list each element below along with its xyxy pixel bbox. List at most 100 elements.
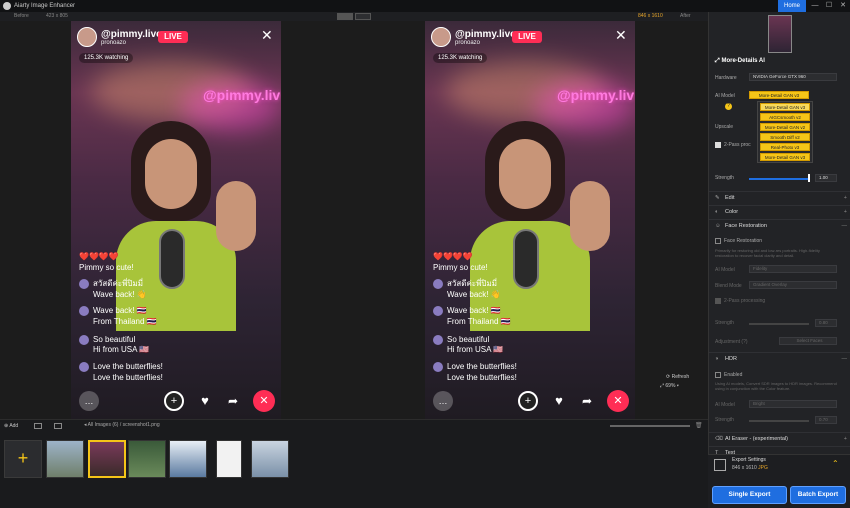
blend-label: Blend Mode — [715, 283, 742, 289]
ai-model-select[interactable]: More-Detail GAN v3 — [749, 91, 809, 99]
face-icon: ☺ — [715, 223, 721, 229]
zoom-controls: ⟳ Refresh ⤢ 69% ▾ — [660, 374, 689, 389]
thumbnail[interactable] — [46, 440, 84, 478]
after-image[interactable]: @pimmy.liv @pimmy.live pronoazo LIVE ✕ 1… — [425, 21, 635, 419]
dropdown-option[interactable]: More-Detail GAN v2 — [760, 123, 810, 131]
before-size: 423 x 805 — [46, 13, 68, 19]
hardware-select[interactable]: NVIDIA GeForce GTX 960 — [749, 73, 837, 81]
avatar — [77, 27, 97, 47]
export-settings-icon[interactable] — [714, 459, 726, 471]
thumbnail-selected[interactable] — [88, 440, 126, 478]
neon-sign: @pimmy.liv — [557, 87, 635, 103]
dropdown-option[interactable]: More-Detail GAN v3 — [760, 103, 810, 111]
chat-line: Wave back! 🇹🇭 — [433, 306, 501, 316]
hdr-enabled-checkbox[interactable] — [715, 372, 721, 378]
color-section[interactable]: ◐ Color + — [709, 205, 850, 217]
chat-line: Pimmy so cute! — [433, 263, 488, 272]
face-restoration-section[interactable]: ☺ Face Restoration — — [709, 219, 850, 231]
add-image-button[interactable]: + — [4, 440, 42, 478]
blend-select[interactable]: Gradient Overlay — [749, 281, 837, 289]
hand-shape — [216, 181, 256, 251]
maximize-icon[interactable]: ☐ — [822, 0, 836, 12]
fr-strength-label: Strength — [715, 320, 734, 326]
fr-two-pass-label: 2-Pass processing — [724, 298, 766, 304]
live-badge: LIVE — [158, 31, 188, 43]
select-faces-button[interactable]: Select Faces — [779, 337, 837, 345]
edit-section[interactable]: ✎ Edit + — [709, 191, 850, 203]
watching-count: 125.3K watching — [433, 53, 488, 63]
refresh-button[interactable]: ⟳ Refresh — [666, 374, 689, 380]
thumbnail[interactable] — [251, 440, 289, 478]
dropdown-option[interactable]: More-Detail GAN v3 — [760, 153, 810, 161]
home-button[interactable]: Home — [778, 0, 806, 12]
fr-strength-slider[interactable] — [749, 323, 809, 325]
hdr-model-select[interactable]: Bright — [749, 400, 837, 408]
close-window-icon[interactable]: ✕ — [836, 0, 850, 12]
face-restoration-checkbox[interactable] — [715, 238, 721, 244]
strength-value[interactable]: 1.00 — [815, 174, 837, 182]
strength-slider[interactable] — [749, 178, 809, 180]
ai-eraser-section[interactable]: ⌫ AI Eraser - (experimental) + — [709, 432, 850, 444]
fr-two-pass-checkbox[interactable] — [715, 298, 721, 304]
fr-strength-value[interactable]: 0.80 — [815, 319, 837, 327]
fr-model-select[interactable]: Fidelity — [749, 265, 837, 273]
chat-line: Wave back! 🇹🇭 — [79, 306, 147, 316]
heart-icon: ♥ — [555, 393, 563, 408]
settings-panel: ⤢ More-Details AI Hardware NVIDIA GeForc… — [708, 12, 850, 508]
microphone-shape — [513, 229, 539, 289]
fr-adjust-label: Adjustment (?) — [715, 339, 748, 345]
chat-line: Love the butterflies! — [433, 362, 517, 372]
chat-line: สวัสดีค่ะพี่ปิมมี่ — [433, 279, 497, 289]
neon-sign: @pimmy.liv — [203, 87, 281, 103]
hdr-section[interactable]: ◑ HDR — — [709, 352, 850, 364]
two-pass-checkbox[interactable] — [715, 142, 721, 148]
thumbnail[interactable] — [128, 440, 166, 478]
after-label: After — [680, 13, 691, 19]
trash-icon[interactable]: 🗑 — [695, 422, 703, 429]
single-export-button[interactable]: Single Export — [712, 486, 787, 504]
dropdown-option[interactable]: Real-Photo v3 — [760, 143, 810, 151]
chat-line: Love the butterflies! — [93, 373, 163, 382]
expand-icon[interactable]: ⌃ — [832, 459, 839, 468]
single-view-toggle[interactable] — [355, 13, 371, 20]
app-logo-icon — [3, 2, 11, 10]
stream-sub: pronoazo — [455, 40, 481, 46]
grid-view-icon[interactable] — [34, 423, 42, 429]
eraser-icon: ⌫ — [715, 436, 723, 442]
export-settings-label[interactable]: Export Settings — [732, 457, 766, 463]
hdr-strength-slider[interactable] — [749, 420, 809, 422]
thumbnail[interactable] — [169, 440, 207, 478]
dropdown-option[interactable]: Smooth Diff v2 — [760, 133, 810, 141]
close-icon: ✕ — [615, 27, 627, 43]
face-restoration-desc: Primarily for restoring old and low-res … — [715, 248, 820, 258]
thumbnail[interactable] — [216, 440, 242, 478]
hdr-desc: Using AI models, Convert SDR images to H… — [715, 381, 837, 391]
help-icon[interactable]: ? — [725, 103, 732, 110]
before-image[interactable]: @pimmy.liv @pimmy.live pronoazo LIVE ✕ 1… — [71, 21, 281, 419]
list-view-icon[interactable] — [54, 423, 62, 429]
thumb-size-slider[interactable] — [610, 425, 690, 427]
chat-line: So beautiful — [433, 335, 489, 345]
two-pass-label: 2-Pass proc — [724, 142, 751, 148]
chat-line: Hi from USA 🇺🇸 — [447, 345, 504, 354]
batch-export-button[interactable]: Batch Export — [790, 486, 846, 504]
hdr-strength-value[interactable]: 0.70 — [815, 416, 837, 424]
strength-handle[interactable] — [808, 174, 810, 182]
preview-area[interactable]: @pimmy.liv @pimmy.live pronoazo LIVE ✕ 1… — [0, 21, 708, 419]
live-badge: LIVE — [512, 31, 542, 43]
before-label: Before — [14, 13, 29, 19]
chat-line: Wave back! 👋 — [93, 290, 147, 299]
share-icon: ➦ — [581, 394, 593, 408]
hdr-icon: ◑ — [715, 356, 719, 362]
microphone-shape — [159, 229, 185, 289]
zoom-select[interactable]: ⤢ 69% ▾ — [660, 383, 689, 389]
share-icon: ➦ — [227, 394, 239, 408]
minimize-icon[interactable]: — — [808, 0, 822, 12]
add-button[interactable]: ⊕ Add — [4, 423, 18, 429]
split-view-toggle[interactable] — [337, 13, 353, 20]
dropdown-option[interactable]: AIGCsmooth v2 — [760, 113, 810, 121]
chat-line: Wave back! 👋 — [447, 290, 501, 299]
all-images-link[interactable]: All Images (6) — [88, 422, 119, 428]
hdr-model-label: AI Model — [715, 402, 735, 408]
heart-icon: ♥ — [201, 393, 209, 408]
